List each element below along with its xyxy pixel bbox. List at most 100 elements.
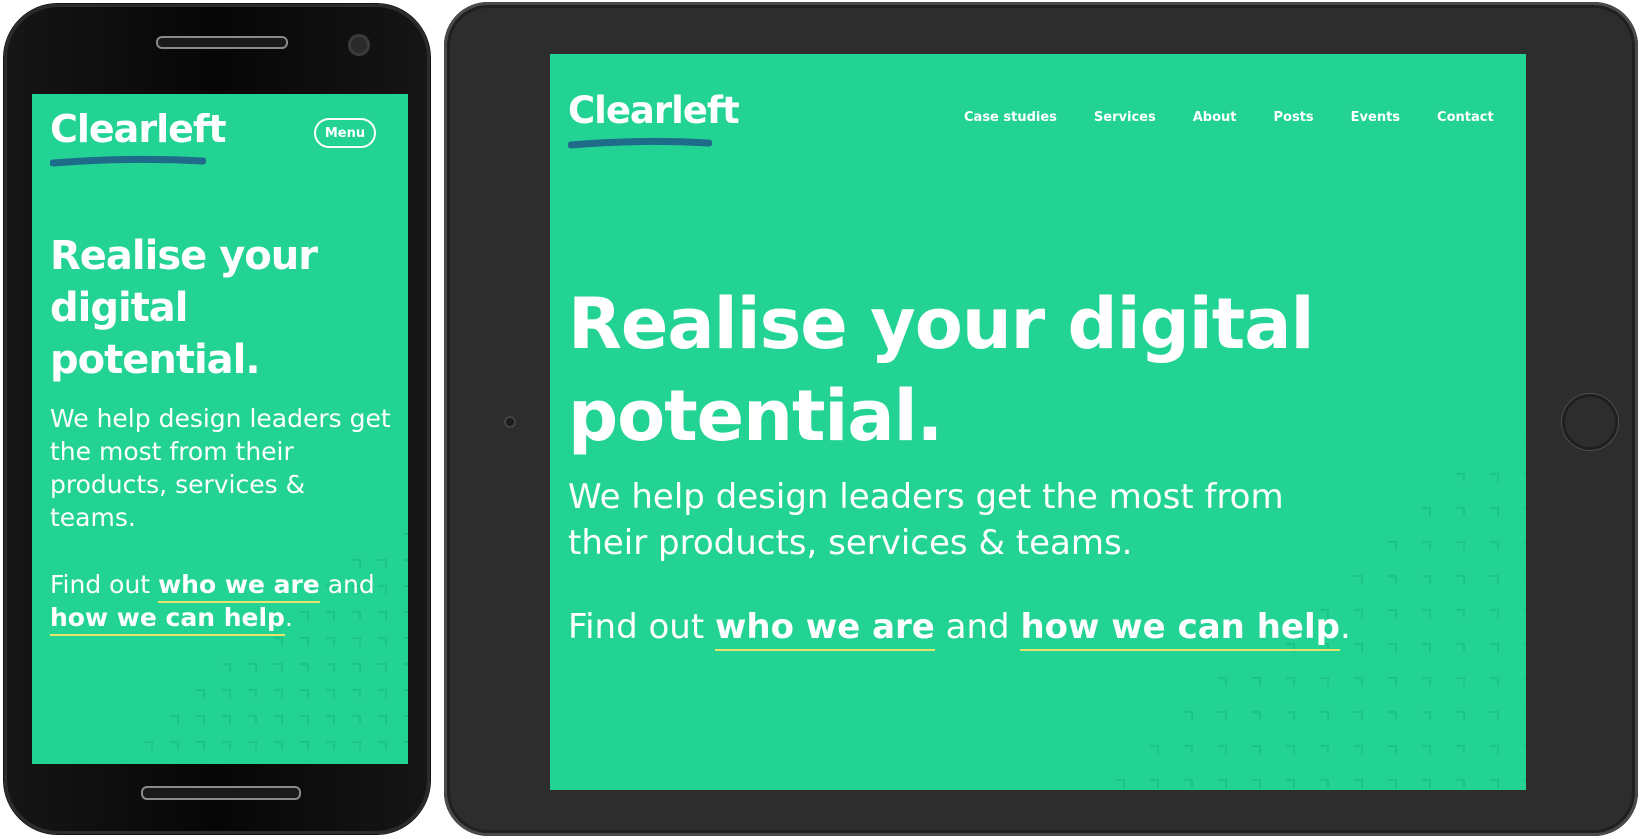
pattern-mark — [1116, 779, 1125, 788]
pattern-mark — [1354, 677, 1363, 686]
pattern-mark — [1320, 745, 1329, 754]
pattern-mark — [1422, 677, 1431, 686]
cta-prefix: Find out — [568, 607, 705, 647]
pattern-mark — [274, 741, 283, 750]
tablet-device-frame: Clearleft Case studies Services About Po… — [444, 2, 1638, 836]
pattern-mark — [352, 663, 361, 672]
hero-cta-text: Find out who we are and how we can help. — [50, 568, 395, 636]
phone-screen: Clearleft Menu Realise your digital pote… — [32, 94, 408, 764]
pattern-mark — [1184, 711, 1193, 720]
pattern-mark — [1422, 745, 1431, 754]
logo-swoosh-icon — [568, 137, 712, 149]
pattern-mark — [1286, 677, 1295, 686]
pattern-mark — [222, 663, 231, 672]
pattern-mark — [326, 715, 335, 724]
nav-item-events[interactable]: Events — [1351, 110, 1400, 125]
pattern-mark — [1490, 711, 1499, 720]
cta-conjunction: and — [327, 570, 375, 599]
site-logo[interactable]: Clearleft — [568, 92, 740, 149]
pattern-mark — [326, 689, 335, 698]
pattern-mark — [352, 637, 361, 646]
pattern-mark — [404, 689, 408, 691]
pattern-mark — [404, 611, 408, 613]
phone-camera — [348, 34, 370, 56]
main-nav: Case studies Services About Posts Events… — [964, 110, 1494, 125]
pattern-mark — [300, 637, 309, 646]
pattern-mark — [1252, 779, 1261, 788]
pattern-mark — [1388, 711, 1397, 720]
pattern-mark — [378, 559, 387, 568]
pattern-mark — [378, 741, 387, 750]
pattern-mark — [404, 585, 408, 587]
pattern-mark — [1388, 779, 1397, 788]
pattern-mark — [1422, 779, 1431, 788]
pattern-mark — [1252, 677, 1261, 686]
pattern-mark — [1286, 779, 1295, 788]
pattern-mark — [404, 715, 408, 717]
pattern-mark — [1524, 473, 1526, 475]
nav-item-posts[interactable]: Posts — [1274, 110, 1314, 125]
pattern-mark — [1456, 541, 1465, 550]
who-we-are-link[interactable]: who we are — [158, 570, 320, 603]
pattern-mark — [1218, 677, 1227, 686]
pattern-mark — [326, 663, 335, 672]
pattern-mark — [300, 689, 309, 698]
pattern-mark — [248, 715, 257, 724]
pattern-mark — [1456, 745, 1465, 754]
pattern-mark — [222, 741, 231, 750]
pattern-mark — [300, 715, 309, 724]
menu-button[interactable]: Menu — [314, 118, 376, 148]
pattern-mark — [300, 741, 309, 750]
pattern-mark — [170, 715, 179, 724]
pattern-mark — [1456, 507, 1465, 516]
hero-cta-text: Find out who we are and how we can help. — [568, 604, 1468, 651]
pattern-mark — [196, 689, 205, 698]
pattern-mark — [1524, 541, 1526, 543]
tablet-camera — [504, 416, 516, 428]
tablet-home-button — [1562, 394, 1618, 450]
pattern-mark — [144, 741, 153, 750]
pattern-mark — [378, 663, 387, 672]
pattern-mark — [1252, 711, 1261, 720]
pattern-mark — [1524, 711, 1526, 713]
site-logo[interactable]: Clearleft — [50, 110, 227, 167]
pattern-mark — [1184, 779, 1193, 788]
pattern-mark — [1490, 677, 1499, 686]
phone-device-frame: Clearleft Menu Realise your digital pote… — [4, 4, 430, 834]
logo-swoosh-icon — [50, 155, 206, 167]
pattern-mark — [274, 689, 283, 698]
pattern-mark — [274, 637, 283, 646]
who-we-are-link[interactable]: who we are — [714, 607, 935, 651]
pattern-mark — [1218, 779, 1227, 788]
pattern-mark — [222, 689, 231, 698]
nav-item-about[interactable]: About — [1193, 110, 1237, 125]
pattern-mark — [300, 663, 309, 672]
pattern-mark — [1456, 779, 1465, 788]
pattern-mark — [404, 559, 408, 561]
pattern-mark — [1490, 609, 1499, 618]
pattern-mark — [1524, 677, 1526, 679]
tablet-screen: Clearleft Case studies Services About Po… — [550, 54, 1526, 790]
pattern-mark — [1490, 507, 1499, 516]
pattern-mark — [1150, 779, 1159, 788]
pattern-background — [144, 533, 408, 750]
pattern-mark — [1354, 711, 1363, 720]
pattern-mark — [248, 741, 257, 750]
pattern-mark — [1218, 711, 1227, 720]
how-we-can-help-link[interactable]: how we can help — [1020, 607, 1340, 651]
hero-heading: Realise your digital potential. — [568, 283, 1314, 457]
pattern-mark — [404, 637, 408, 639]
pattern-mark — [1524, 779, 1526, 781]
pattern-mark — [1456, 575, 1465, 584]
pattern-mark — [1524, 643, 1526, 645]
pattern-mark — [1456, 677, 1465, 686]
pattern-mark — [1218, 745, 1227, 754]
how-we-can-help-link[interactable]: how we can help — [50, 603, 285, 636]
pattern-mark — [378, 637, 387, 646]
nav-item-contact[interactable]: Contact — [1437, 110, 1494, 125]
pattern-mark — [1490, 643, 1499, 652]
pattern-mark — [1184, 745, 1193, 754]
pattern-mark — [1354, 779, 1363, 788]
nav-item-case-studies[interactable]: Case studies — [964, 110, 1057, 125]
nav-item-services[interactable]: Services — [1094, 110, 1156, 125]
